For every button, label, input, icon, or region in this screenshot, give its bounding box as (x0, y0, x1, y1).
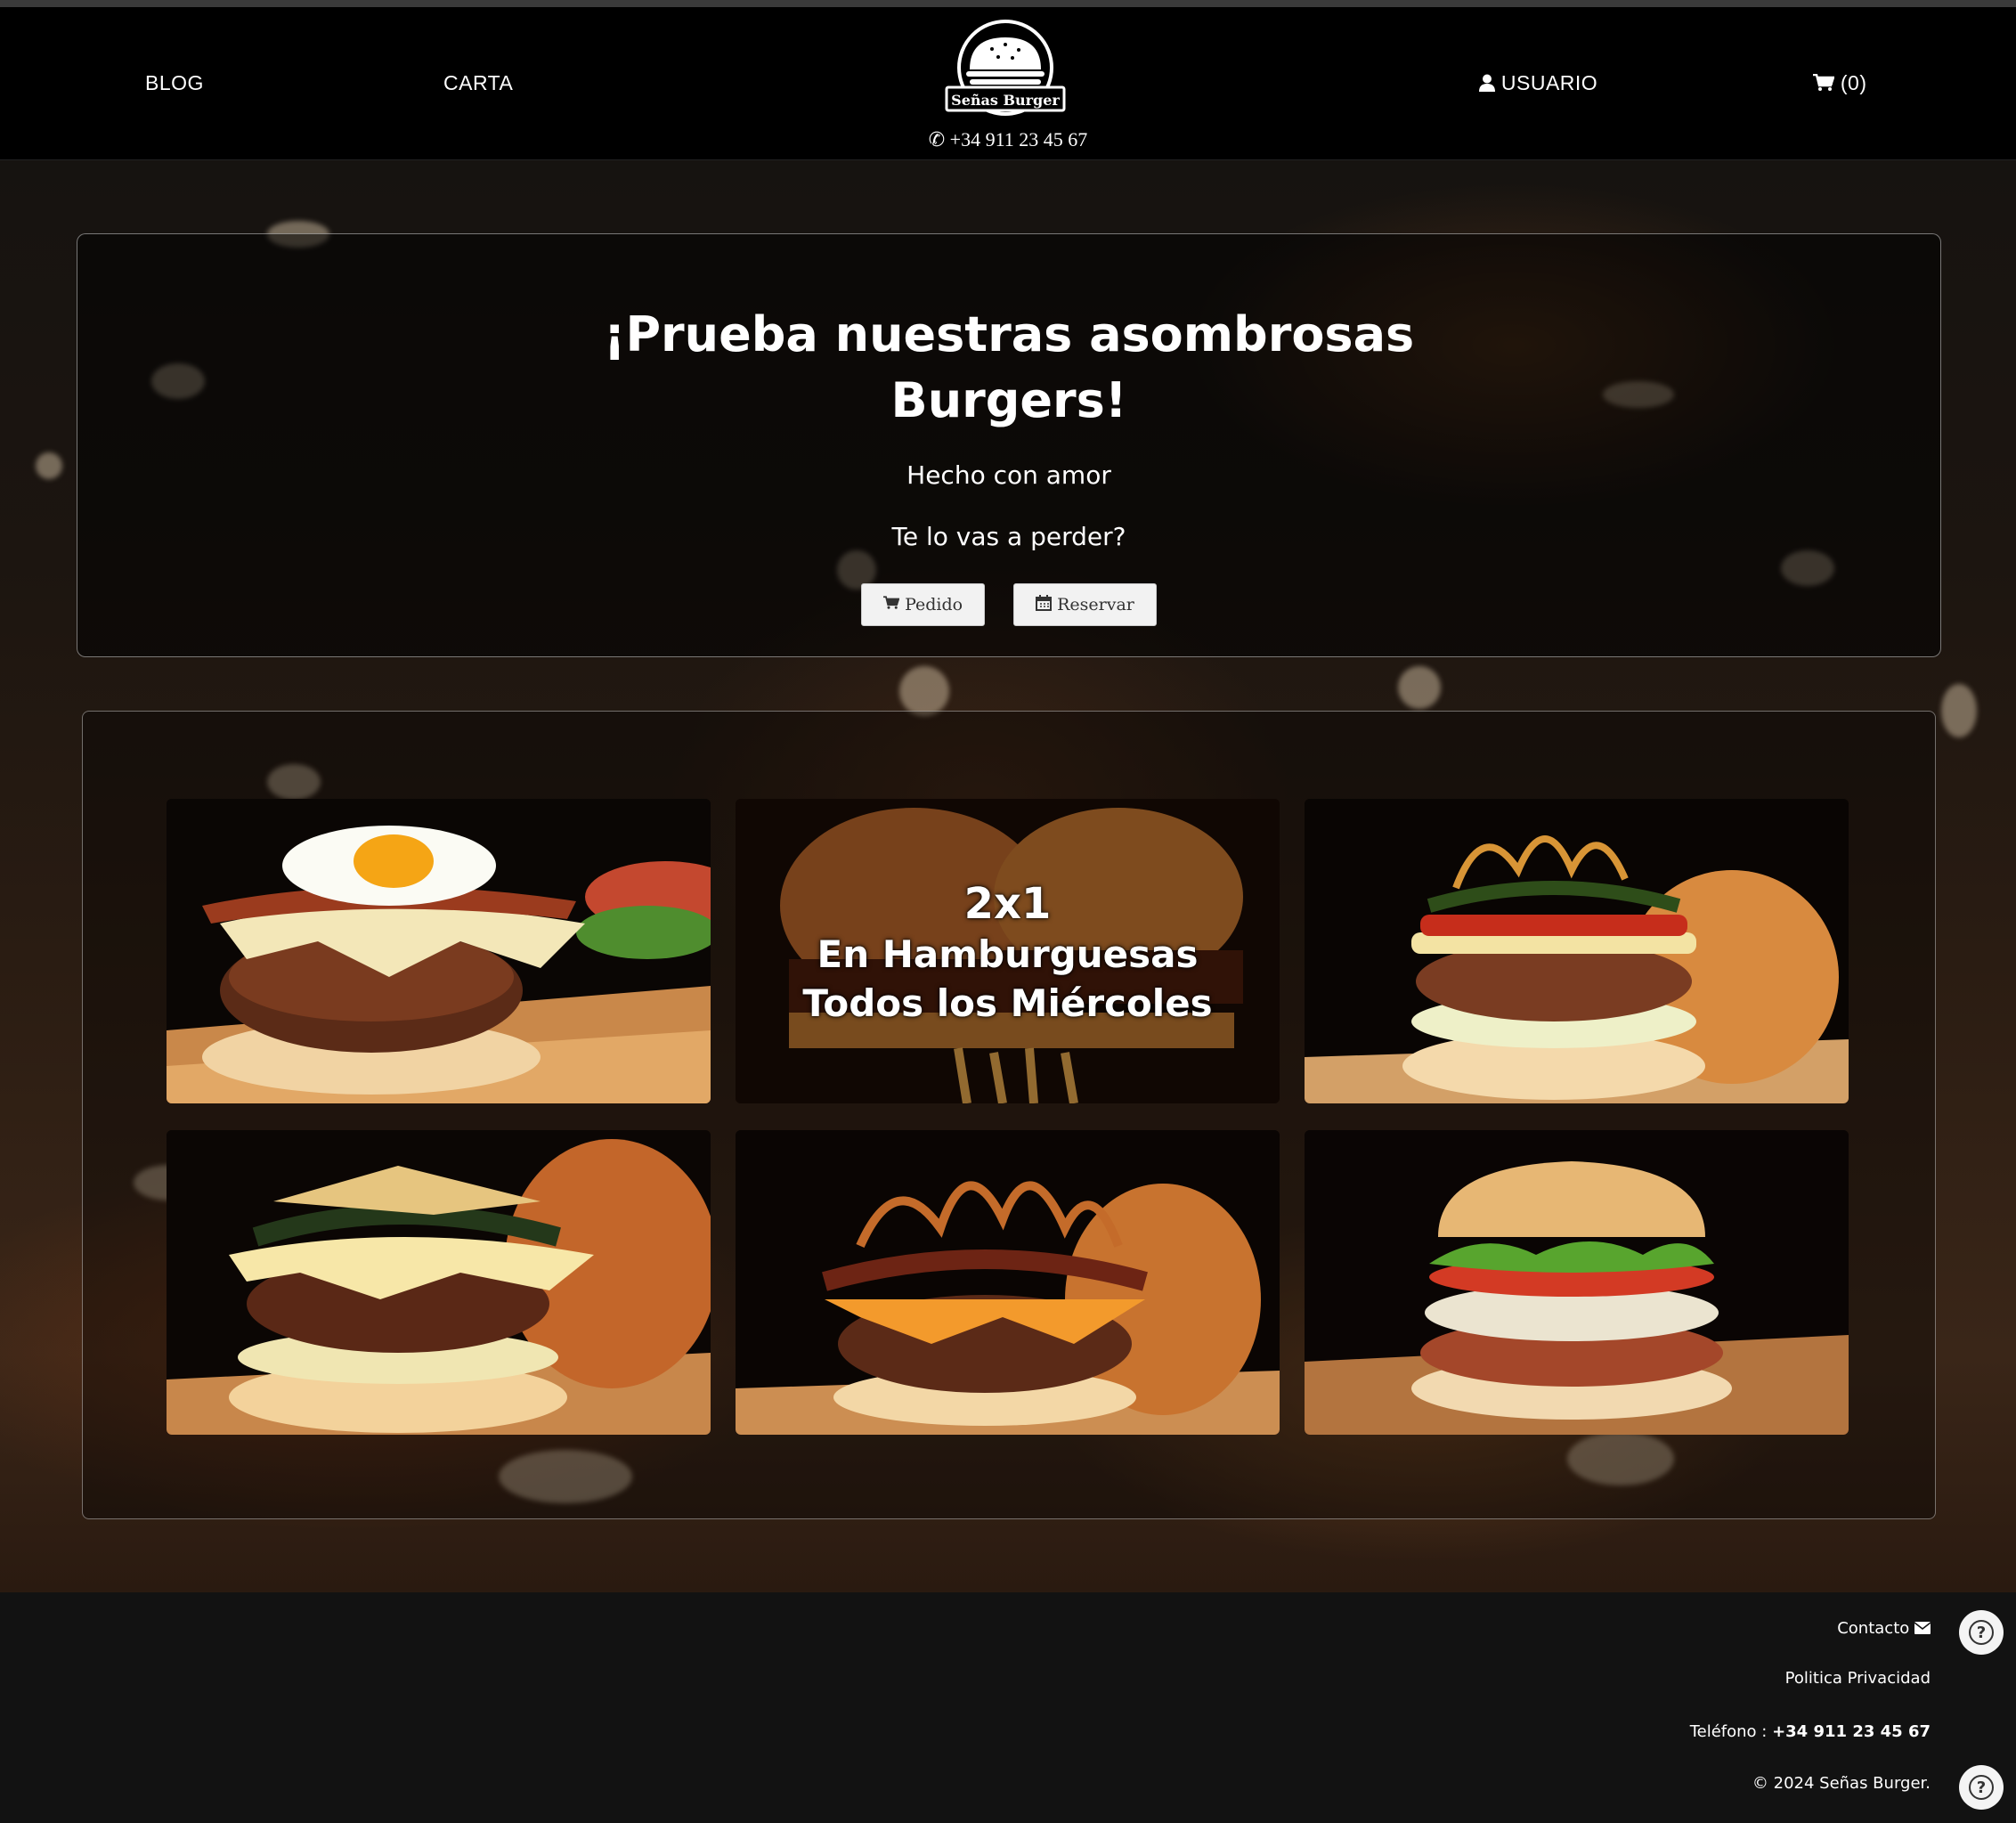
burger-gallery: 2x1 En Hamburguesas Todos los Miércoles (82, 711, 1936, 1519)
burger-photo (736, 1130, 1280, 1435)
cart-count: (0) (1840, 71, 1867, 94)
header-phone: ✆ +34 911 23 45 67 (0, 128, 2016, 151)
footer-telefono: Teléfono : +34 911 23 45 67 (1690, 1722, 1931, 1741)
help-button[interactable]: ? (1959, 1610, 2004, 1655)
hero-subtitle-1: Hecho con amor (906, 460, 1111, 490)
nav-cart-link[interactable]: (0) (1813, 71, 1867, 95)
burger-photo (1305, 799, 1849, 1103)
calendar-icon (1036, 594, 1053, 615)
burger-logo-icon: Señas Burger (945, 20, 1066, 116)
gallery-image-onion-burger[interactable] (1305, 799, 1849, 1103)
top-navbar: BLOG CARTA Señas Burger ✆ +34 911 23 45 … (0, 7, 2016, 160)
gallery-image-bacon-cheddar-burger[interactable] (736, 1130, 1280, 1435)
footer-copyright: © 2024 Señas Burger. (1752, 1774, 1931, 1793)
question-icon: ? (1969, 1775, 1994, 1800)
hero-buttons: Pedido Reservar (77, 583, 1940, 626)
footer-telefono-label: Teléfono : (1689, 1722, 1768, 1741)
hero-title-line2: Burgers! (890, 372, 1127, 428)
reservar-label: Reservar (1057, 595, 1134, 614)
brand-logo[interactable]: Señas Burger (943, 18, 1068, 125)
promo-line-3: Todos los Miércoles (802, 981, 1213, 1025)
burger-photo (167, 1130, 711, 1435)
svg-text:Señas Burger: Señas Burger (951, 92, 1060, 109)
user-icon (1479, 71, 1501, 94)
promo-line-2: En Hamburguesas (817, 932, 1199, 976)
footer-contacto-label: Contacto (1837, 1619, 1910, 1638)
footer-privacidad-link[interactable]: Politica Privacidad (1785, 1669, 1931, 1688)
burger-photo (167, 799, 711, 1103)
hero-subtitle-2: Te lo vas a perder? (891, 522, 1126, 551)
gallery-image-nacho-burger[interactable] (167, 1130, 711, 1435)
hero-card: ¡Prueba nuestras asombrosas Burgers! Hec… (77, 233, 1941, 657)
nav-usuario-link[interactable]: USUARIO (1479, 71, 1597, 95)
hero-title-line1: ¡Prueba nuestras asombrosas (603, 306, 1415, 362)
header-phone-number[interactable]: +34 911 23 45 67 (950, 128, 1088, 151)
nav-carta-link[interactable]: CARTA (443, 71, 513, 95)
footer: Contacto Politica Privacidad Teléfono : … (0, 1592, 2016, 1823)
gallery-image-chicken-burger[interactable] (1305, 1130, 1849, 1435)
nav-blog-link[interactable]: BLOG (145, 71, 204, 95)
cart-icon (1813, 71, 1841, 94)
envelope-icon (1914, 1619, 1931, 1638)
gallery-promo-2x1[interactable]: 2x1 En Hamburguesas Todos los Miércoles (736, 799, 1280, 1103)
pedido-button[interactable]: Pedido (861, 583, 986, 626)
footer-contacto-link[interactable]: Contacto (1837, 1619, 1931, 1638)
pedido-label: Pedido (905, 595, 963, 614)
burger-photo (1305, 1130, 1849, 1435)
nav-usuario-label: USUARIO (1500, 71, 1598, 94)
phone-icon: ✆ (928, 128, 946, 151)
hero-title: ¡Prueba nuestras asombrosas Burgers! (77, 302, 1940, 434)
reservar-button[interactable]: Reservar (1013, 583, 1157, 626)
promo-line-1: 2x1 (963, 879, 1052, 929)
cart-icon (883, 595, 900, 614)
footer-telefono-value[interactable]: +34 911 23 45 67 (1772, 1722, 1931, 1741)
window-top-border (0, 0, 2016, 7)
question-icon: ? (1969, 1620, 1994, 1645)
help-button-bottom[interactable]: ? (1959, 1765, 2004, 1810)
gallery-image-egg-burger[interactable] (167, 799, 711, 1103)
